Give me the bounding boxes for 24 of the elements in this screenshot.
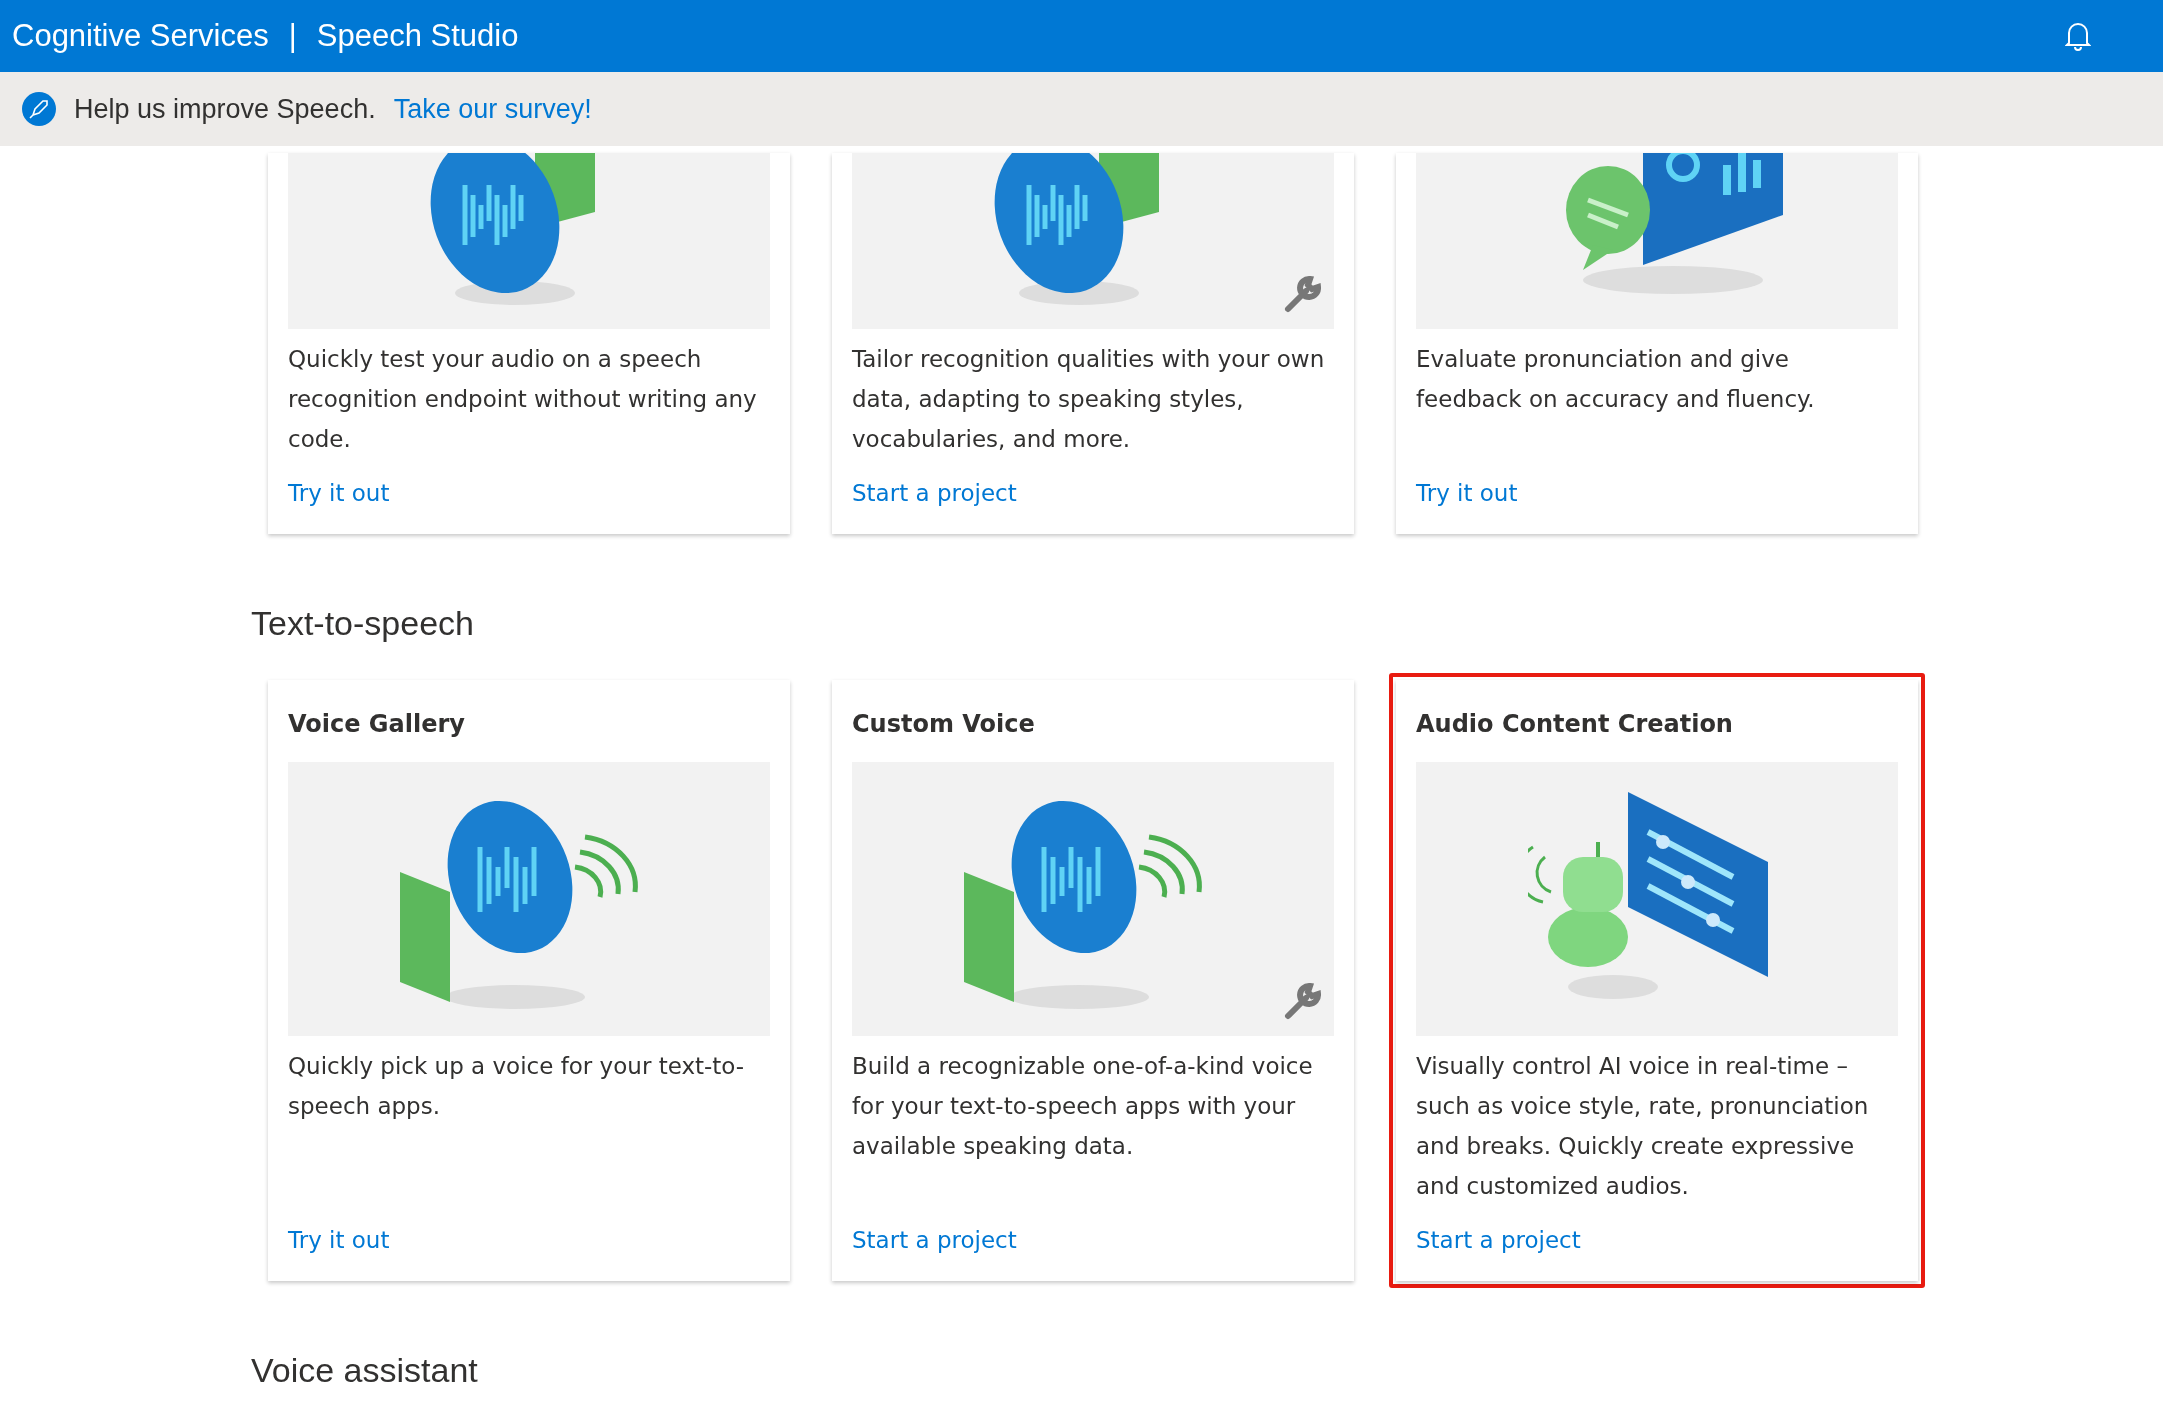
- survey-link[interactable]: Take our survey!: [393, 93, 592, 125]
- card-description: Evaluate pronunciation and give feedback on accuracy and fluency.: [1416, 345, 1816, 414]
- card-link[interactable]: Start a project: [852, 480, 1017, 506]
- card-title: Custom Voice: [852, 710, 1036, 740]
- card-description: Quickly test your audio on a speech recognition endpoint without writing any code.: [288, 345, 758, 454]
- card-title: Audio Content Creation: [1416, 710, 1734, 740]
- card-link[interactable]: Start a project: [1416, 1227, 1581, 1253]
- card-link[interactable]: Try it out: [1416, 480, 1518, 506]
- brand-title[interactable]: Cognitive Services: [12, 18, 269, 54]
- notification-bell-icon[interactable]: [2065, 21, 2091, 51]
- title-separator: |: [288, 18, 297, 54]
- card-description: Quickly pick up a voice for your text-to-speech apps.: [288, 1052, 746, 1121]
- card-description: Tailor recognition qualities with your own data, adapting to speaking styles, vocabularies, and more.: [852, 345, 1326, 454]
- card-link[interactable]: Try it out: [288, 1227, 390, 1253]
- banner-message: Help us improve Speech.: [74, 93, 376, 125]
- card-link[interactable]: Start a project: [852, 1227, 1017, 1253]
- card-description: Build a recognizable one-of-a-kind voice for your text-to-speech apps with your available speaking data.: [852, 1052, 1314, 1161]
- rocket-icon: [22, 92, 56, 126]
- section-heading: Text-to-speech: [251, 603, 475, 644]
- section-heading: Voice assistant: [251, 1350, 479, 1391]
- card-link[interactable]: Try it out: [288, 480, 390, 506]
- product-title[interactable]: Speech Studio: [316, 18, 519, 54]
- card-description: Visually control AI voice in real-time – such as voice style, rate, pronunciation and breaks. Quickly create expressive and customized audios.: [1416, 1052, 1870, 1201]
- card-title: Voice Gallery: [288, 710, 466, 740]
